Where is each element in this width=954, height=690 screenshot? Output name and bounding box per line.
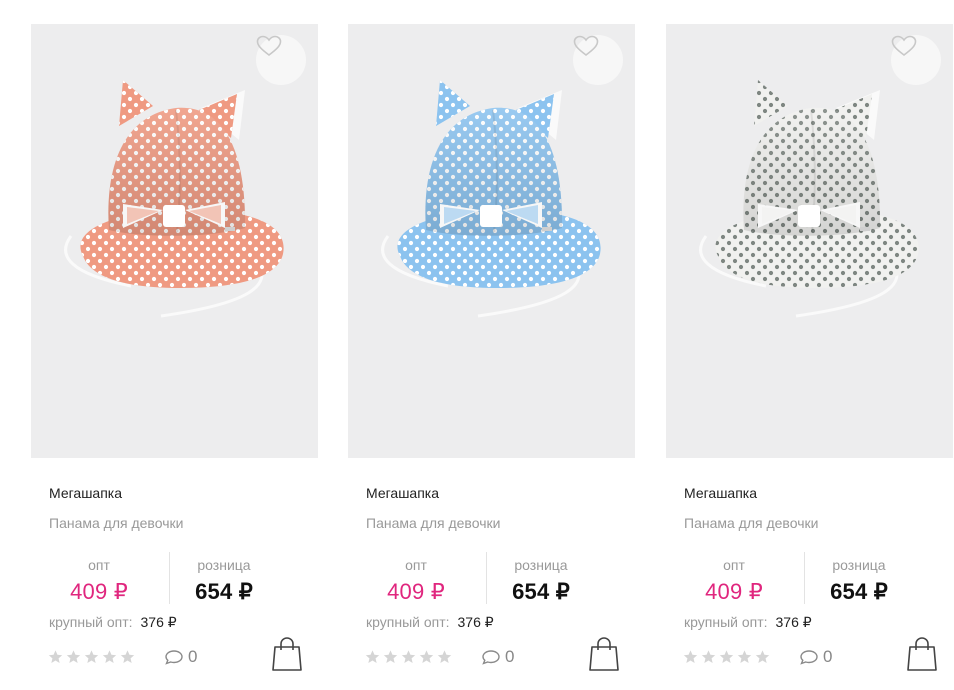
product-brand[interactable]: Мегашапка: [49, 485, 122, 501]
bulk-value: 376 ₽: [140, 614, 177, 630]
wholesale-price: опт 409 ₽: [366, 552, 466, 605]
heart-icon: [891, 35, 917, 57]
star-icon[interactable]: [754, 649, 771, 665]
bulk-price: крупный опт: 376 ₽: [684, 614, 812, 631]
comment-icon: [482, 650, 500, 665]
shopping-bag-icon: [272, 637, 302, 671]
star-icon[interactable]: [47, 649, 64, 665]
comment-icon: [165, 650, 183, 665]
star-icon[interactable]: [418, 649, 435, 665]
retail-value: 654 ₽: [512, 579, 570, 604]
bulk-label: крупный опт:: [684, 614, 768, 630]
star-icon[interactable]: [400, 649, 417, 665]
wholesale-price: опт 409 ₽: [684, 552, 784, 605]
bulk-price: крупный опт: 376 ₽: [49, 614, 177, 631]
rating[interactable]: [682, 649, 771, 665]
star-icon[interactable]: [119, 649, 136, 665]
product-title[interactable]: Панама для девочки: [684, 515, 818, 531]
star-icon[interactable]: [682, 649, 699, 665]
product-card[interactable]: Мегашапка Панама для девочки опт 409 ₽ р…: [666, 24, 953, 690]
star-icon[interactable]: [700, 649, 717, 665]
bulk-value: 376 ₽: [457, 614, 494, 630]
product-card[interactable]: Мегашапка Панама для девочки опт 409 ₽ р…: [348, 24, 635, 690]
bulk-value: 376 ₽: [775, 614, 812, 630]
product-image[interactable]: [666, 24, 953, 458]
favorite-button[interactable]: [256, 35, 306, 85]
retail-label: розница: [514, 557, 568, 573]
product-card[interactable]: Мегашапка Панама для девочки опт 409 ₽ р…: [31, 24, 318, 690]
retail-value: 654 ₽: [830, 579, 888, 604]
product-image[interactable]: [348, 24, 635, 458]
wholesale-label: опт: [88, 557, 110, 573]
add-to-cart-button[interactable]: [271, 636, 303, 672]
wholesale-value: 409 ₽: [70, 579, 128, 604]
retail-price: розница 654 ₽: [169, 552, 279, 605]
comments-link[interactable]: 0: [481, 646, 514, 668]
shopping-bag-icon: [907, 637, 937, 671]
comments-link[interactable]: 0: [164, 646, 197, 668]
product-title[interactable]: Панама для девочки: [49, 515, 183, 531]
retail-value: 654 ₽: [195, 579, 253, 604]
shopping-bag-icon: [589, 637, 619, 671]
bulk-label: крупный опт:: [366, 614, 450, 630]
price-block: опт 409 ₽ розница 654 ₽: [366, 552, 606, 612]
product-brand[interactable]: Мегашапка: [366, 485, 439, 501]
retail-price: розница 654 ₽: [486, 552, 596, 605]
favorite-button[interactable]: [891, 35, 941, 85]
add-to-cart-button[interactable]: [906, 636, 938, 672]
product-brand[interactable]: Мегашапка: [684, 485, 757, 501]
heart-icon: [256, 35, 282, 57]
product-title[interactable]: Панама для девочки: [366, 515, 500, 531]
star-icon[interactable]: [382, 649, 399, 665]
wholesale-value: 409 ₽: [705, 579, 763, 604]
heart-icon: [573, 35, 599, 57]
comment-count: 0: [505, 647, 515, 666]
rating[interactable]: [364, 649, 453, 665]
comment-icon: [800, 650, 818, 665]
hat-image: [699, 80, 919, 318]
price-block: опт 409 ₽ розница 654 ₽: [684, 552, 924, 612]
hat-image: [381, 80, 601, 318]
star-icon[interactable]: [736, 649, 753, 665]
retail-price: розница 654 ₽: [804, 552, 914, 605]
star-icon[interactable]: [436, 649, 453, 665]
add-to-cart-button[interactable]: [588, 636, 620, 672]
star-icon[interactable]: [83, 649, 100, 665]
wholesale-price: опт 409 ₽: [49, 552, 149, 605]
rating[interactable]: [47, 649, 136, 665]
price-block: опт 409 ₽ розница 654 ₽: [49, 552, 289, 612]
wholesale-label: опт: [405, 557, 427, 573]
comment-count: 0: [823, 647, 833, 666]
bulk-price: крупный опт: 376 ₽: [366, 614, 494, 631]
bulk-label: крупный опт:: [49, 614, 133, 630]
star-icon[interactable]: [364, 649, 381, 665]
star-icon[interactable]: [718, 649, 735, 665]
comments-link[interactable]: 0: [799, 646, 832, 668]
hat-image: [64, 80, 284, 318]
favorite-button[interactable]: [573, 35, 623, 85]
retail-label: розница: [832, 557, 886, 573]
wholesale-label: опт: [723, 557, 745, 573]
wholesale-value: 409 ₽: [387, 579, 445, 604]
comment-count: 0: [188, 647, 198, 666]
product-image[interactable]: [31, 24, 318, 458]
retail-label: розница: [197, 557, 251, 573]
star-icon[interactable]: [65, 649, 82, 665]
star-icon[interactable]: [101, 649, 118, 665]
